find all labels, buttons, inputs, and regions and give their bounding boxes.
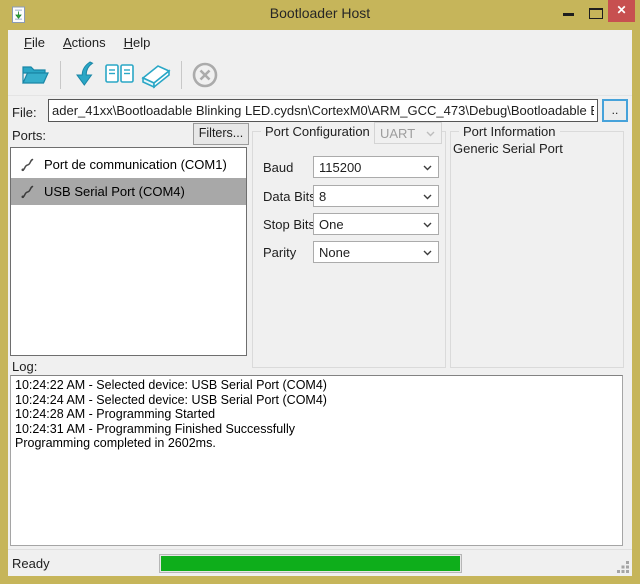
filters-button[interactable]: Filters... [193,123,249,145]
port-information-content: Generic Serial Port [453,141,563,156]
port-configuration-group: Port Configuration UART Baud 115200 Data… [252,131,446,368]
file-label: File: [12,105,37,120]
open-file-button[interactable] [18,59,52,91]
ports-list: Port de communication (COM1) USB Serial … [10,147,247,356]
bootloader-host-window: Bootloader Host ✕ File Actions Help [0,0,640,584]
chevron-down-icon [423,194,432,200]
ports-label: Ports: [12,128,46,143]
chevron-down-icon [426,131,435,137]
menu-file[interactable]: File [15,31,54,54]
titlebar[interactable]: Bootloader Host ✕ [0,0,640,30]
browse-button[interactable]: .. [602,99,628,122]
chevron-down-icon [423,222,432,228]
parity-select[interactable]: None [313,241,439,263]
log-output[interactable]: 10:24:22 AM - Selected device: USB Seria… [10,375,623,546]
baud-label: Baud [263,160,293,175]
stop-bits-select[interactable]: One [313,213,439,235]
status-text: Ready [12,556,50,571]
file-path-input[interactable] [48,99,598,122]
data-bits-value: 8 [319,189,326,204]
serial-port-icon [20,157,35,172]
port-list-item-selected[interactable]: USB Serial Port (COM4) [11,178,246,205]
open-folder-icon [20,62,50,88]
port-list-item[interactable]: Port de communication (COM1) [11,151,246,178]
minimize-button[interactable] [563,13,574,16]
port-information-title: Port Information [459,124,560,139]
menu-help[interactable]: Help [115,31,160,54]
port-item-label: Port de communication (COM1) [44,157,227,172]
toolbar [8,55,632,96]
close-button[interactable]: ✕ [608,0,635,22]
abort-icon [191,61,219,89]
status-bar: Ready [8,549,632,576]
window-content: File Actions Help [8,30,632,576]
resize-grip-icon[interactable] [617,560,630,573]
baud-select[interactable]: 115200 [313,156,439,178]
eraser-icon [139,61,173,89]
window-title: Bootloader Host [0,5,640,21]
progress-bar [159,554,462,573]
port-type-value: UART [380,126,415,141]
abort-button[interactable] [188,59,222,91]
stop-bits-label: Stop Bits [263,217,315,232]
maximize-button[interactable] [589,8,603,19]
port-information-group: Port Information Generic Serial Port [450,131,624,368]
stop-bits-value: One [319,217,344,232]
log-line: 10:24:31 AM - Programming Finished Succe… [15,422,618,437]
menu-actions[interactable]: Actions [54,31,115,54]
program-arrow-icon [71,61,97,89]
log-label: Log: [12,359,37,374]
erase-button[interactable] [139,59,173,91]
port-item-label: USB Serial Port (COM4) [44,184,185,199]
parity-label: Parity [263,245,296,260]
serial-port-icon [20,184,35,199]
verify-documents-icon [104,62,136,88]
progress-fill [161,556,460,571]
chevron-down-icon [423,165,432,171]
port-type-select[interactable]: UART [374,122,442,144]
program-button[interactable] [67,59,101,91]
parity-value: None [319,245,350,260]
log-line: Programming completed in 2602ms. [15,436,618,451]
log-line: 10:24:22 AM - Selected device: USB Seria… [15,378,618,393]
menu-bar: File Actions Help [8,30,632,55]
data-bits-select[interactable]: 8 [313,185,439,207]
toolbar-separator [60,61,61,89]
baud-value: 115200 [319,160,361,175]
log-line: 10:24:24 AM - Selected device: USB Seria… [15,393,618,408]
data-bits-label: Data Bits [263,189,316,204]
port-configuration-title: Port Configuration [261,124,374,139]
log-line: 10:24:28 AM - Programming Started [15,407,618,422]
chevron-down-icon [423,250,432,256]
verify-button[interactable] [103,59,137,91]
toolbar-separator [181,61,182,89]
